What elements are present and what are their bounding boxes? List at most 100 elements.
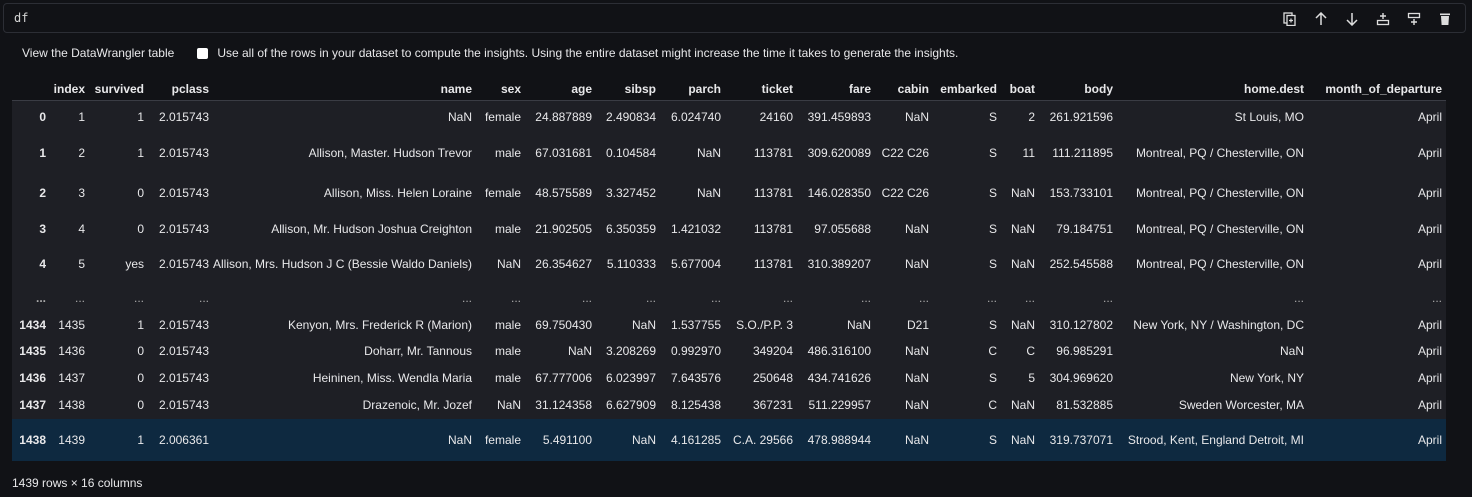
table-cell: April xyxy=(1308,173,1446,214)
table-cell: 349204 xyxy=(725,338,797,365)
insert-above-button[interactable] xyxy=(1373,10,1393,28)
table-cell: 79.184751 xyxy=(1039,214,1117,244)
table-cell: 48.575589 xyxy=(525,173,596,214)
table-cell: 5 xyxy=(50,244,89,284)
table-cell: 1 xyxy=(89,419,148,461)
table-cell: Allison, Miss. Helen Loraine xyxy=(213,173,476,214)
table-cell: 2 xyxy=(50,134,89,173)
table-cell: 3.327452 xyxy=(596,173,660,214)
column-header-row-index xyxy=(12,78,50,101)
table-cell: NaN xyxy=(596,419,660,461)
column-header-embarked: embarked xyxy=(933,78,1001,101)
table-cell: ... xyxy=(725,284,797,313)
table-cell: 1437 xyxy=(50,365,89,392)
table-cell: 1.537755 xyxy=(660,313,725,338)
table-cell: 304.969620 xyxy=(1039,365,1117,392)
table-cell: 310.127802 xyxy=(1039,313,1117,338)
table-cell: 97.055688 xyxy=(797,214,875,244)
delete-button[interactable] xyxy=(1435,10,1455,28)
table-cell: April xyxy=(1308,134,1446,173)
column-header-age: age xyxy=(525,78,596,101)
table-row: 2 3 0 2.015743 Allison, Miss. Helen Loraine f… xyxy=(12,173,1446,214)
table-cell: 310.389207 xyxy=(797,244,875,284)
table-cell: ... xyxy=(50,284,89,313)
table-cell: NaN xyxy=(660,134,725,173)
table-cell: NaN xyxy=(1117,338,1308,365)
table-cell: ... xyxy=(148,284,213,313)
dataframe-table: index survived pclass name sex age sibsp parch t… xyxy=(12,78,1446,461)
table-cell: April xyxy=(1308,100,1446,134)
table-row: 4 5 yes 2.015743 Allison, Mrs. Hudson J C (B… xyxy=(12,244,1446,284)
table-cell: female xyxy=(476,100,525,134)
table-cell: 5.677004 xyxy=(660,244,725,284)
insights-options: View the DataWrangler table Use all of t… xyxy=(22,46,958,60)
table-cell: S xyxy=(933,313,1001,338)
table-row: 1 2 1 2.015743 Allison, Master. Hudson Trevo… xyxy=(12,134,1446,173)
table-cell: 113781 xyxy=(725,134,797,173)
code-cell-input[interactable]: df xyxy=(3,3,1466,33)
table-cell: 6.627909 xyxy=(596,392,660,419)
column-header-body: body xyxy=(1039,78,1117,101)
table-cell: ... xyxy=(1308,284,1446,313)
table-cell: April xyxy=(1308,214,1446,244)
column-header-boat: boat xyxy=(1001,78,1039,101)
column-header-home-dest: home.dest xyxy=(1117,78,1308,101)
table-cell: C22 C26 xyxy=(875,134,933,173)
table-cell: Allison, Master. Hudson Trevor xyxy=(213,134,476,173)
table-cell: 113781 xyxy=(725,173,797,214)
table-cell: 1 xyxy=(89,313,148,338)
table-cell: ... xyxy=(213,284,476,313)
code-text[interactable]: df xyxy=(14,11,28,25)
table-cell: Allison, Mrs. Hudson J C (Bessie Waldo D… xyxy=(213,244,476,284)
table-cell: NaN xyxy=(476,244,525,284)
use-all-rows-checkbox[interactable] xyxy=(197,47,209,59)
column-header-parch: parch xyxy=(660,78,725,101)
table-cell: 478.988944 xyxy=(797,419,875,461)
table-cell: ... xyxy=(1117,284,1308,313)
table-cell: 111.211895 xyxy=(1039,134,1117,173)
table-cell: NaN xyxy=(875,214,933,244)
table-cell: 511.229957 xyxy=(797,392,875,419)
table-cell: 81.532885 xyxy=(1039,392,1117,419)
table-cell: ... xyxy=(89,284,148,313)
table-cell: NaN xyxy=(596,313,660,338)
table-cell: 1 xyxy=(89,134,148,173)
table-cell: 391.459893 xyxy=(797,100,875,134)
table-cell: 2.015743 xyxy=(148,173,213,214)
table-cell: NaN xyxy=(875,244,933,284)
insert-below-button[interactable] xyxy=(1404,10,1424,28)
column-header-sex: sex xyxy=(476,78,525,101)
table-cell: 69.750430 xyxy=(525,313,596,338)
table-cell: 2.006361 xyxy=(148,419,213,461)
table-cell: S.O./P.P. 3 xyxy=(725,313,797,338)
table-header-row: index survived pclass name sex age sibsp parch t… xyxy=(12,78,1446,101)
move-up-button[interactable] xyxy=(1311,10,1331,28)
table-cell: 153.733101 xyxy=(1039,173,1117,214)
table-cell: St Louis, MO xyxy=(1117,100,1308,134)
table-cell: NaN xyxy=(660,173,725,214)
column-header-survived: survived xyxy=(89,78,148,101)
insert-below-icon xyxy=(1407,12,1421,25)
table-cell: April xyxy=(1308,419,1446,461)
table-cell: 24160 xyxy=(725,100,797,134)
table-cell: 0 xyxy=(89,365,148,392)
table-cell: NaN xyxy=(1001,313,1039,338)
table-cell: NaN xyxy=(213,100,476,134)
move-down-button[interactable] xyxy=(1342,10,1362,28)
table-cell: Montreal, PQ / Chesterville, ON xyxy=(1117,173,1308,214)
table-cell: Drazenoic, Mr. Jozef xyxy=(213,392,476,419)
table-cell: NaN xyxy=(1001,392,1039,419)
table-cell: NaN xyxy=(1001,244,1039,284)
row-index-cell: 4 xyxy=(12,244,50,284)
column-header-sibsp: sibsp xyxy=(596,78,660,101)
table-cell: 319.737071 xyxy=(1039,419,1117,461)
table-cell: 434.741626 xyxy=(797,365,875,392)
table-cell: 2.490834 xyxy=(596,100,660,134)
datawrangler-link[interactable]: View the DataWrangler table xyxy=(22,46,174,60)
row-index-cell: 0 xyxy=(12,100,50,134)
table-cell: 0 xyxy=(89,338,148,365)
table-cell: C xyxy=(1001,338,1039,365)
duplicate-button[interactable] xyxy=(1280,10,1300,28)
table-cell: male xyxy=(476,134,525,173)
table-cell: 113781 xyxy=(725,244,797,284)
